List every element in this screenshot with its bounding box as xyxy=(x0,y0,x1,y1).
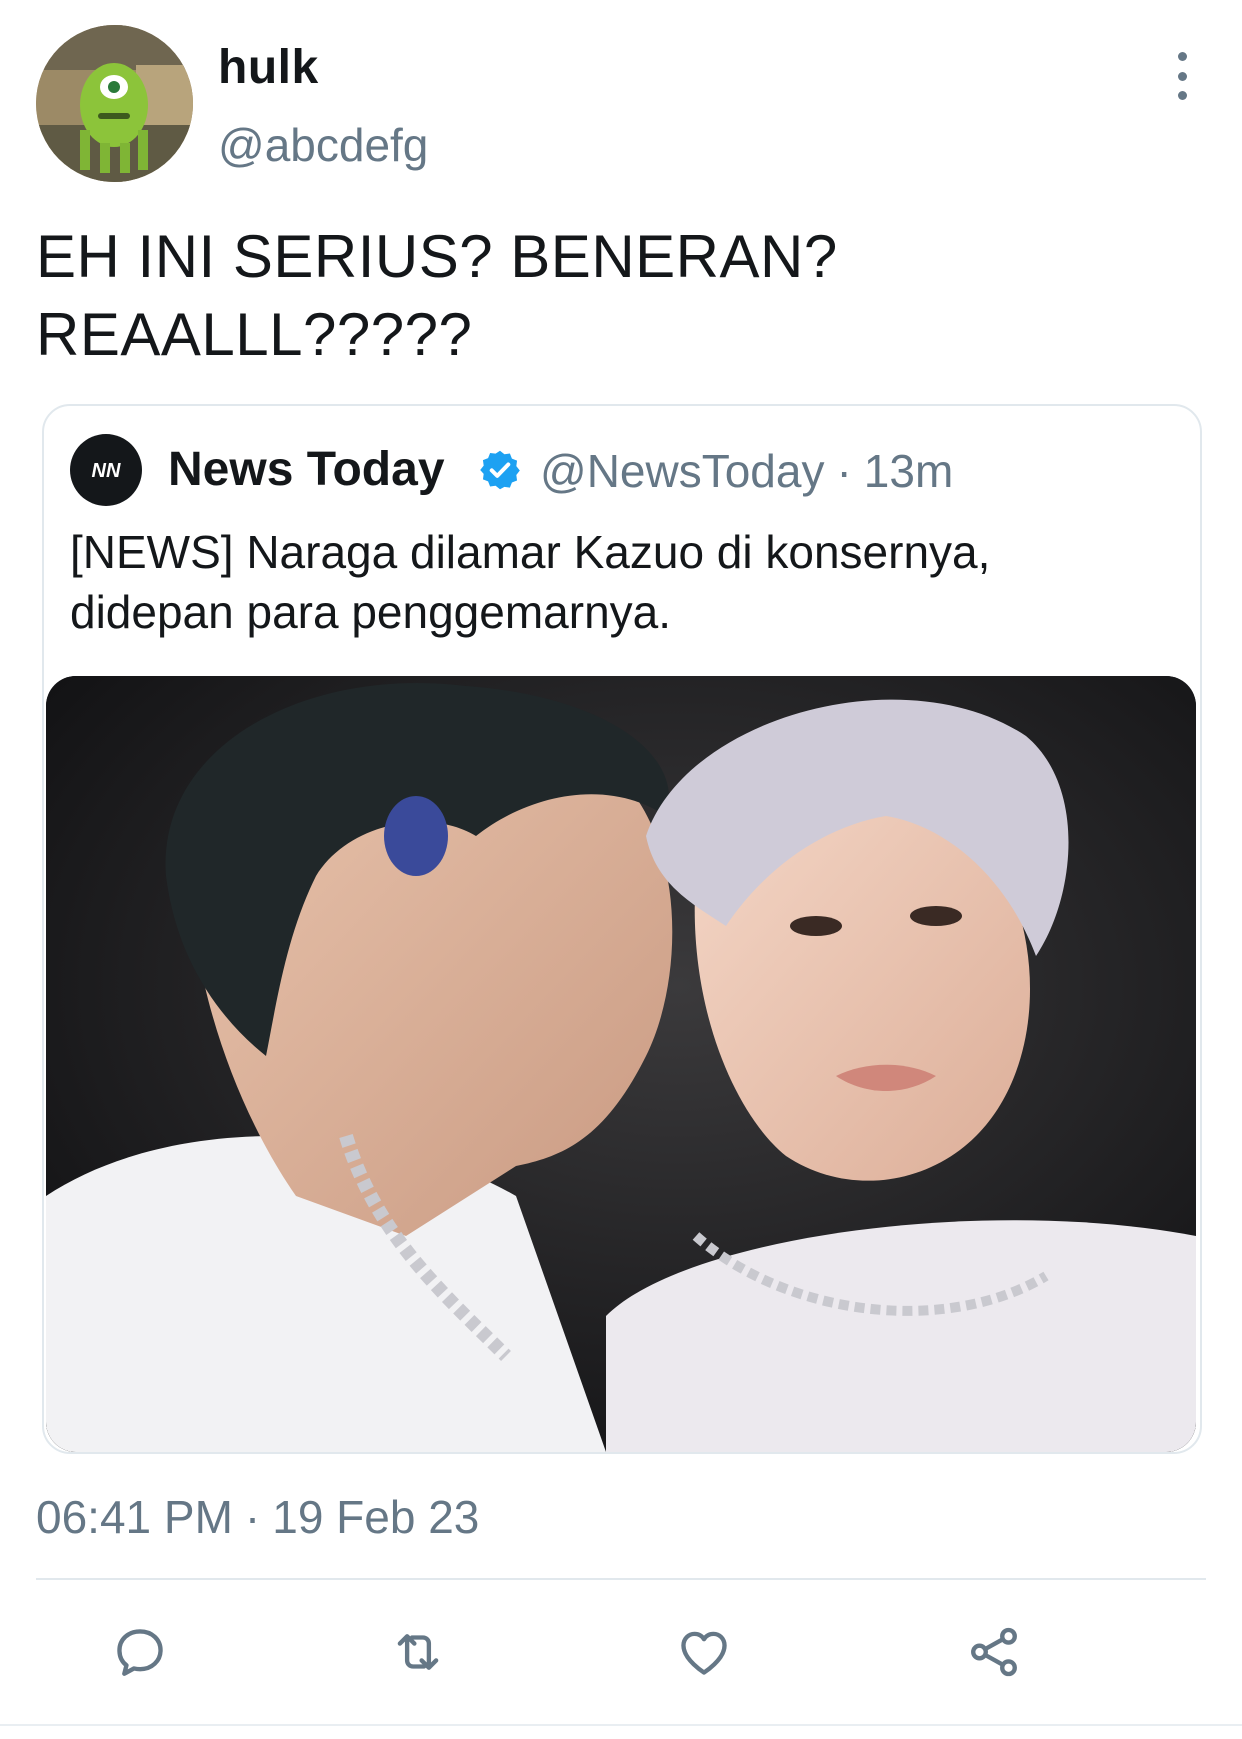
tweet-text-line: EH INI SERIUS? BENERAN? xyxy=(36,223,838,290)
quoted-handle[interactable]: @NewsToday xyxy=(540,445,824,497)
like-button[interactable] xyxy=(664,1612,744,1692)
quoted-tweet-card[interactable]: NN News Today @NewsToday · 13m [NEWS] Nara… xyxy=(42,404,1202,1454)
tweet-text-line: REAALLL????? xyxy=(36,301,473,368)
tweet-text: EH INI SERIUS? BENERAN? REAALLL????? xyxy=(36,218,1186,374)
author-name[interactable]: hulk xyxy=(218,40,319,95)
retweet-button[interactable] xyxy=(378,1612,458,1692)
quoted-text: [NEWS] Naraga dilamar Kazuo di konsernya… xyxy=(70,522,1170,642)
reply-icon xyxy=(117,1629,163,1676)
bottom-divider xyxy=(0,1724,1242,1726)
author-handle[interactable]: @abcdefg xyxy=(218,118,428,172)
avatar-image xyxy=(36,25,193,182)
quoted-author-name[interactable]: News Today xyxy=(168,442,445,497)
timestamp-time: 06:41 PM xyxy=(36,1491,233,1543)
svg-text:NN: NN xyxy=(92,460,121,482)
quoted-time[interactable]: 13m xyxy=(864,445,953,497)
share-button[interactable] xyxy=(954,1612,1034,1692)
heart-icon xyxy=(681,1631,727,1675)
quoted-text-line: [NEWS] Naraga dilamar Kazuo di konsernya… xyxy=(70,526,991,578)
quoted-media-photo[interactable] xyxy=(46,676,1196,1452)
tweet-timestamp[interactable]: 06:41 PM · 19 Feb 23 xyxy=(36,1490,479,1544)
reply-button[interactable] xyxy=(100,1612,180,1692)
meta-separator: · xyxy=(836,445,852,497)
verified-badge-icon xyxy=(480,450,520,490)
divider xyxy=(36,1578,1206,1580)
retweet-icon xyxy=(397,1634,439,1670)
news-logo-icon: NN xyxy=(92,460,121,482)
quoted-author-avatar[interactable]: NN xyxy=(70,434,142,506)
more-vertical-icon[interactable] xyxy=(1170,52,1194,100)
author-avatar[interactable] xyxy=(36,25,193,182)
timestamp-separator: · xyxy=(244,1491,261,1543)
tweet-action-bar xyxy=(0,1612,1242,1692)
quoted-text-line: didepan para penggemarnya. xyxy=(70,586,672,638)
share-icon xyxy=(971,1627,1017,1677)
timestamp-date: 19 Feb 23 xyxy=(272,1491,480,1543)
quoted-meta: @NewsToday · 13m xyxy=(540,444,953,498)
photo-illustration xyxy=(46,676,1196,1452)
